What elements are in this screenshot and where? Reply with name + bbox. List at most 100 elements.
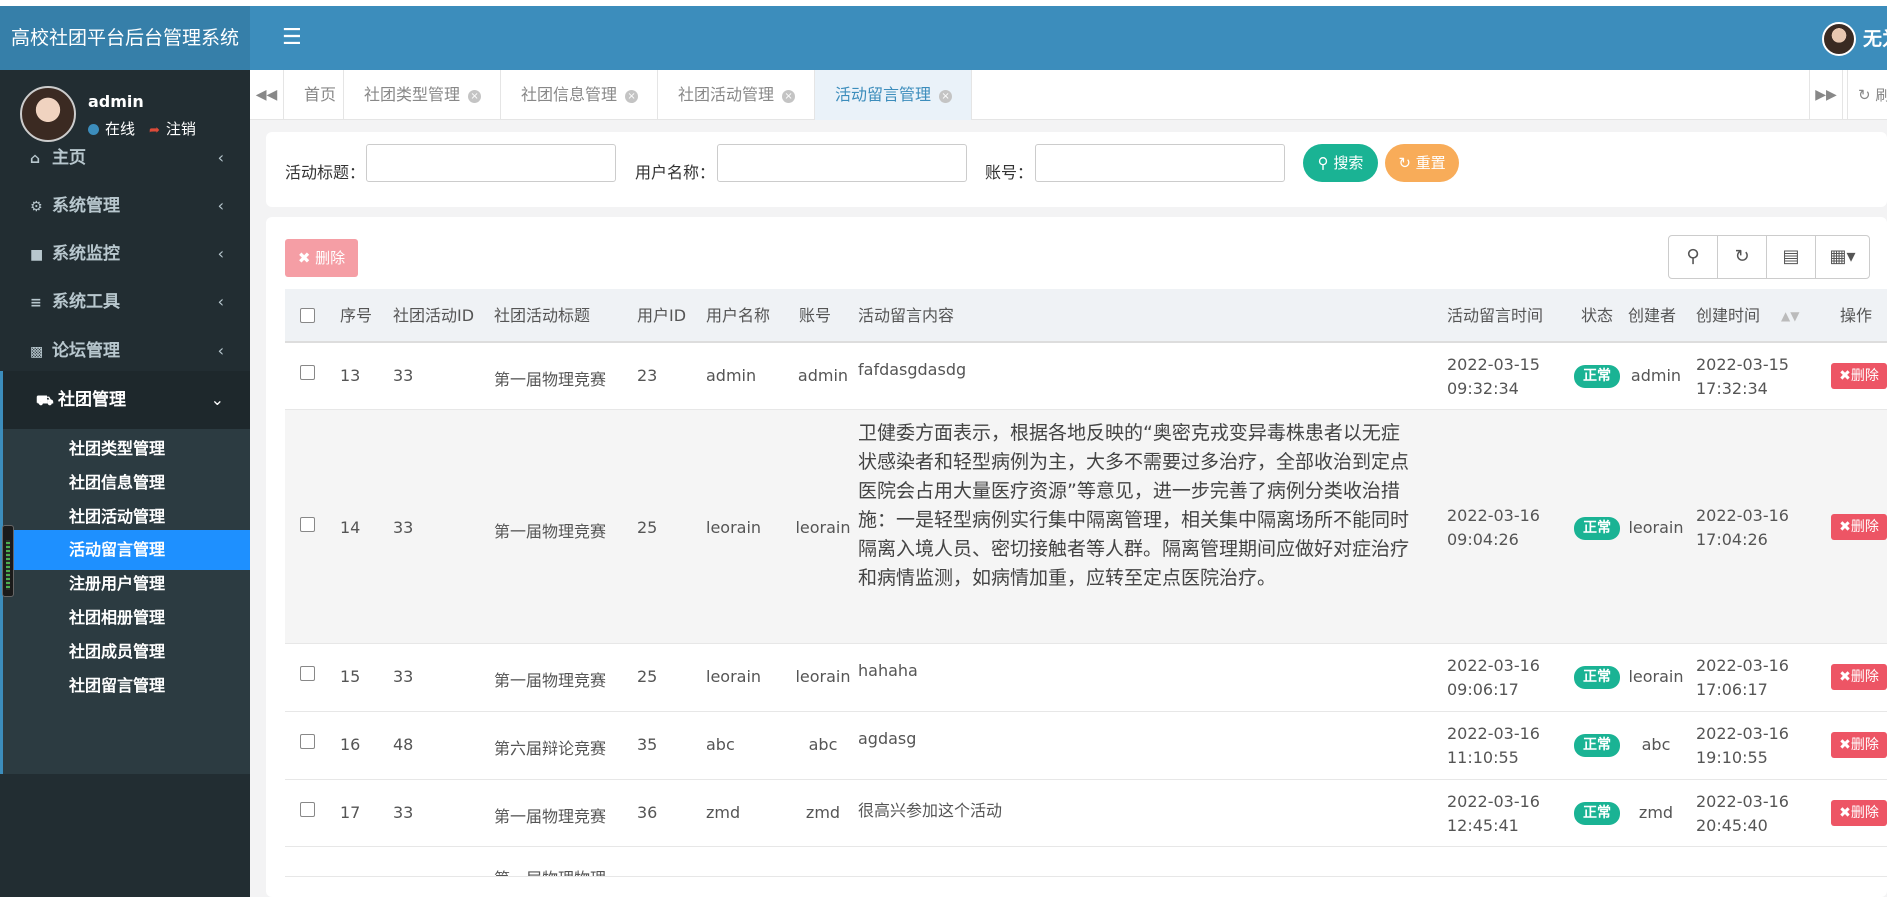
app-logo-title[interactable]: 高校社团平台后台管理系统 [0, 6, 250, 70]
tab-scroll-right-icon[interactable]: ▶▶ [1809, 70, 1843, 120]
refresh-icon[interactable]: ↻ [1717, 235, 1767, 279]
msg-date: 2022-03-16 [1447, 656, 1540, 675]
main-content: 活动标题： 用户名称： 账号： ⚲ 搜索 ↻ 重置 ✖ 删除 ⚲ ↻ ▤ ▦▾ … [250, 120, 1887, 897]
col-header: 操作 [1840, 306, 1873, 325]
close-icon: ✖ [1839, 805, 1851, 821]
close-icon[interactable]: × [625, 90, 639, 103]
tab-refresh-button[interactable]: ↻ 刷新 [1847, 70, 1887, 120]
grid-icon[interactable]: ▦▾ [1815, 235, 1870, 279]
cell-username: admin [706, 366, 757, 385]
col-header[interactable]: 序号 [340, 289, 372, 343]
col-header[interactable]: 创建者 [1628, 289, 1676, 343]
account-label: 账号： [985, 163, 1034, 182]
close-icon[interactable]: × [939, 90, 953, 103]
created-time: 19:10:55 [1696, 748, 1768, 767]
cell-user-id: 25 [637, 667, 658, 686]
select-all-checkbox[interactable] [300, 308, 315, 323]
scroll-widget[interactable] [2, 525, 14, 597]
row-delete-button[interactable]: ✖删除 [1831, 664, 1887, 690]
close-icon: ✖ [1839, 737, 1851, 753]
col-header[interactable]: 用户名称 [706, 289, 770, 343]
row-delete-button[interactable]: ✖删除 [1831, 732, 1887, 758]
hamburger-icon[interactable]: ☰ [282, 24, 302, 52]
account-input[interactable] [1035, 144, 1285, 182]
cell-created-time: 2022-03-16 19:10:55 [1696, 722, 1796, 770]
close-icon[interactable]: × [468, 90, 482, 103]
table-header: 序号 社团活动ID 社团活动标题 用户ID 用户名称 账号 活动留言内容 活动留… [285, 289, 1887, 343]
created-time: 17:06:17 [1696, 680, 1768, 699]
cell-msg-time: 2022-03-16 11:10:55 [1447, 722, 1547, 770]
activity-title-input[interactable] [366, 144, 616, 182]
cell-creator: leorain [1628, 667, 1684, 686]
cell-account: admin [797, 366, 849, 385]
menu-item-club[interactable]: ⛟ 社团管理 ⌄ [0, 371, 250, 429]
reset-button[interactable]: ↻ 重置 [1385, 144, 1459, 182]
cell-activity-title: 第一届物理竞赛 [494, 522, 607, 541]
delete-label: 删除 [1850, 368, 1879, 384]
cell-user-id: 23 [637, 366, 658, 385]
col-header[interactable]: 用户ID [637, 289, 686, 343]
cell-content: hahaha [858, 661, 918, 680]
cell-content: fafdasgdasdg [858, 360, 967, 379]
table-row[interactable]: 第一届物理物理 [285, 847, 1887, 877]
tab-activity-comments[interactable]: 活动留言管理 × [815, 70, 972, 120]
row-delete-button[interactable]: ✖删除 [1831, 363, 1887, 389]
search-button[interactable]: ⚲ 搜索 [1303, 144, 1378, 182]
status-badge: 正常 [1574, 517, 1620, 540]
table-row[interactable]: 15 33 第一届物理竞赛 25 leorain leorain hahaha … [285, 644, 1887, 712]
row-checkbox[interactable] [300, 802, 315, 817]
search-icon: ⚲ [1317, 154, 1329, 172]
col-header[interactable]: 活动留言内容 [858, 289, 954, 343]
col-header[interactable]: 社团活动标题 [494, 289, 590, 343]
bulk-delete-button[interactable]: ✖ 删除 [285, 239, 358, 277]
sidebar-username: admin [88, 92, 144, 111]
delete-label: 删除 [1850, 519, 1879, 535]
search-icon[interactable]: ⚲ [1668, 235, 1718, 279]
row-delete-button[interactable]: ✖删除 [1831, 514, 1887, 540]
col-header[interactable]: 账号 [799, 289, 831, 343]
table-row[interactable]: 13 33 第一届物理竞赛 23 admin admin fafdasgdasd… [285, 343, 1887, 410]
col-header[interactable]: 状态 [1581, 289, 1613, 343]
cell-msg-time: 2022-03-16 09:06:17 [1447, 654, 1547, 702]
tab-scroll-left-icon[interactable]: ◀◀ [250, 70, 284, 120]
reset-button-label: 重置 [1415, 154, 1446, 172]
table-row[interactable]: 16 48 第六届辩论竞赛 35 abc abc agdasg 2022-03-… [285, 712, 1887, 780]
created-date: 2022-03-16 [1696, 792, 1789, 811]
tab-home[interactable]: 首页 [284, 70, 344, 120]
cell-content: 很高兴参加这个活动 [858, 801, 1003, 820]
row-checkbox[interactable] [300, 734, 315, 749]
club-submenu: 社团类型管理 社团信息管理 社团活动管理 活动留言管理 注册用户管理 社团相册管… [0, 429, 250, 774]
col-header[interactable]: 活动留言时间 [1447, 289, 1543, 343]
columns-icon[interactable]: ▤ [1766, 235, 1816, 279]
header-username[interactable]: 无为 [1863, 24, 1887, 51]
cell-account: leorain [795, 518, 851, 537]
username-input[interactable] [717, 144, 967, 182]
cell-user-id: 25 [637, 518, 658, 537]
msg-time: 09:32:34 [1447, 379, 1519, 398]
created-date: 2022-03-16 [1696, 656, 1789, 675]
table-row[interactable]: 14 33 第一届物理竞赛 25 leorain leorain 卫健委方面表示… [285, 410, 1887, 644]
sidebar: admin 在线 ➦ 注销 ⌂ 主页 ‹ ⚙ 系统管理 ‹ ■ 系统监控 ‹ ≡ 系统工具 ‹ ▩ 论… [0, 70, 250, 897]
col-header[interactable]: 创建时间 [1696, 289, 1760, 343]
header-avatar[interactable] [1822, 22, 1856, 56]
col-header[interactable]: 社团活动ID [393, 289, 474, 343]
tab-club-info[interactable]: 社团信息管理 × [501, 70, 658, 120]
row-checkbox[interactable] [300, 517, 315, 532]
tab-club-activity[interactable]: 社团活动管理 × [658, 70, 815, 120]
cell-account: abc [808, 735, 838, 754]
cell-username: abc [706, 735, 735, 754]
row-checkbox[interactable] [300, 666, 315, 681]
msg-date: 2022-03-16 [1447, 792, 1540, 811]
tab-label: 社团活动管理 [678, 85, 775, 104]
tab-club-type[interactable]: 社团类型管理 × [344, 70, 501, 120]
sort-icon[interactable]: ▲▼ [1781, 289, 1799, 343]
close-icon: ✖ [297, 249, 311, 267]
row-checkbox[interactable] [300, 365, 315, 380]
close-icon[interactable]: × [782, 90, 796, 103]
row-delete-button[interactable]: ✖删除 [1831, 800, 1887, 826]
table-row[interactable]: 17 33 第一届物理竞赛 36 zmd zmd 很高兴参加这个活动 2022-… [285, 780, 1887, 847]
top-header: ☰ 无为 [250, 6, 1887, 70]
delete-label: 删除 [1850, 805, 1879, 821]
sidebar-item-club-messages[interactable]: 社团留言管理 [3, 666, 250, 706]
created-date: 2022-03-16 [1696, 724, 1789, 743]
